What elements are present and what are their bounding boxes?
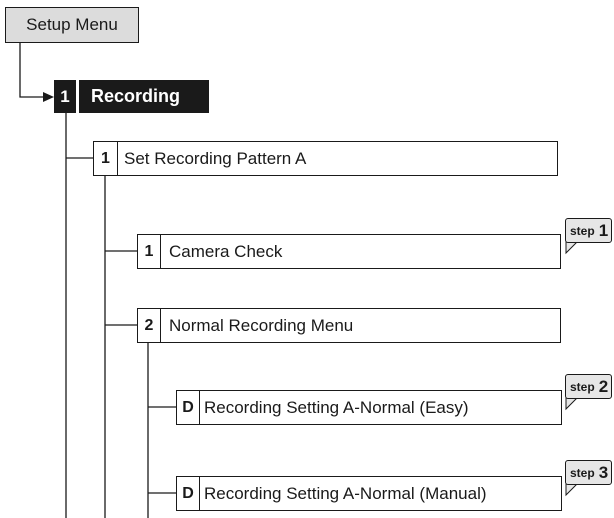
camera-check-box: 1 Camera Check (137, 234, 561, 269)
camera-check-number: 1 (138, 235, 161, 268)
step-3-callout: step 3 (565, 460, 612, 485)
camera-check-label: Camera Check (169, 241, 283, 261)
step-1-number: 1 (598, 220, 609, 240)
set-recording-pattern-label: Set Recording Pattern A (124, 148, 307, 168)
recording-setting-manual-number: D (177, 477, 200, 510)
set-recording-pattern-number: 1 (94, 142, 118, 175)
set-recording-pattern-box: 1 Set Recording Pattern A (93, 141, 558, 176)
setup-menu-label: Setup Menu (26, 15, 118, 34)
step-3-word: step (570, 465, 595, 480)
normal-recording-menu-box: 2 Normal Recording Menu (137, 308, 561, 343)
step-1-word: step (570, 223, 595, 238)
recording-setting-manual-box: D Recording Setting A-Normal (Manual) (176, 476, 562, 511)
recording-setting-easy-box: D Recording Setting A-Normal (Easy) (176, 390, 562, 425)
recording-box: 1 Recording (54, 80, 209, 113)
recording-setting-manual-label: Recording Setting A-Normal (Manual) (204, 483, 487, 503)
recording-setting-easy-label: Recording Setting A-Normal (Easy) (204, 397, 469, 417)
step-3-number: 3 (598, 462, 609, 482)
step-2-callout: step 2 (565, 374, 612, 399)
normal-recording-menu-label: Normal Recording Menu (169, 315, 354, 335)
step-2-number: 2 (598, 376, 609, 396)
normal-recording-menu-number: 2 (138, 309, 161, 342)
setup-menu-box: Setup Menu (5, 7, 139, 43)
step-2-word: step (570, 379, 595, 394)
recording-label: Recording (91, 86, 181, 106)
recording-number: 1 (54, 80, 79, 113)
recording-setting-easy-number: D (177, 391, 200, 424)
step-1-callout: step 1 (565, 218, 612, 243)
